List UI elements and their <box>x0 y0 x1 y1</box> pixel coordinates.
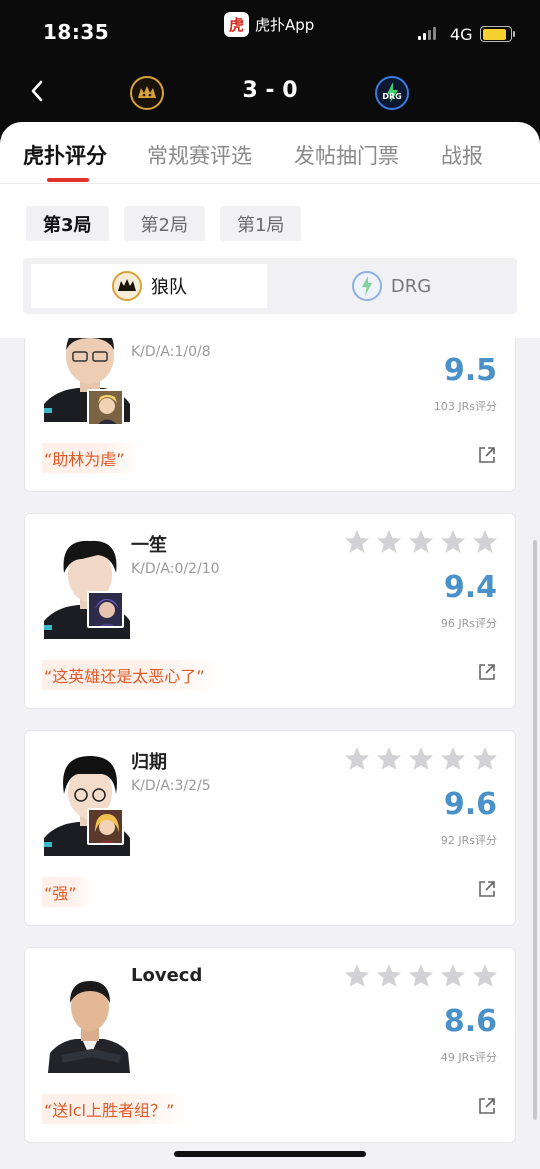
player-name: 归期 <box>131 752 167 773</box>
status-time: 18:35 <box>43 20 110 44</box>
home-indicator[interactable] <box>174 1151 366 1157</box>
wolves-logo-icon <box>112 271 142 301</box>
star-icon[interactable] <box>471 745 499 772</box>
player-rating: 9.6 <box>443 787 497 822</box>
away-team-logo-icon[interactable]: DRG <box>374 75 410 111</box>
home-team-logo-icon[interactable] <box>129 75 165 111</box>
tab-regular-season-vote[interactable]: 常规赛评选 <box>147 140 252 170</box>
away-logo-text: DRG <box>382 92 401 101</box>
tab-post-lottery[interactable]: 发帖抽门票 <box>294 140 399 170</box>
back-icon[interactable] <box>24 76 54 106</box>
status-bar: 18:35 虎 虎扑App 4G <box>0 0 540 62</box>
hero-icon <box>87 808 124 845</box>
star-icon[interactable] <box>471 528 499 555</box>
player-card[interactable]: K/D/A:1/0/8 9.5 103 JRs评分 “助林为虐” <box>24 338 516 492</box>
top-comment-text: “这英雄还是太恶心了” <box>44 667 205 686</box>
player-kda: K/D/A:1/0/8 <box>131 344 211 360</box>
top-comment-text: “送lcl上胜者组？” <box>44 1101 175 1120</box>
share-icon[interactable] <box>477 1096 497 1116</box>
share-icon[interactable] <box>477 662 497 682</box>
hero-icon <box>87 389 124 426</box>
signal-icon <box>418 26 436 40</box>
player-card[interactable]: 归期 K/D/A:3/2/5 9.6 92 JRs评分 “强” <box>24 730 516 926</box>
drg-logo-icon <box>351 271 382 301</box>
player-rating: 9.5 <box>443 353 497 388</box>
game-chip-1[interactable]: 第1局 <box>219 206 302 241</box>
star-icon[interactable] <box>439 528 467 555</box>
star-rating[interactable] <box>343 745 499 772</box>
star-icon[interactable] <box>375 528 403 555</box>
scrollbar[interactable] <box>533 540 537 1120</box>
vote-count: 96 JRs评分 <box>440 617 497 630</box>
vote-count: 103 JRs评分 <box>433 400 497 413</box>
top-comment-text: “强” <box>44 884 77 903</box>
star-icon[interactable] <box>407 745 435 772</box>
hero-icon <box>87 591 124 628</box>
tab-battle-report[interactable]: 战报 <box>441 140 483 170</box>
game-selector: 第3局 第2局 第1局 <box>26 206 302 241</box>
app-logo-icon: 虎 <box>224 12 249 37</box>
player-card[interactable]: 一笙 K/D/A:0/2/10 9.4 96 JRs评分 “这英雄还是太恶心了” <box>24 513 516 709</box>
game-chip-2[interactable]: 第2局 <box>123 206 205 241</box>
app-badge: 虎 虎扑App <box>224 12 314 37</box>
player-name: Lovecd <box>131 965 203 986</box>
star-rating[interactable] <box>343 528 499 555</box>
team-option-label: DRG <box>390 275 432 297</box>
game-chip-3[interactable]: 第3局 <box>26 206 109 241</box>
star-icon[interactable] <box>407 528 435 555</box>
player-rating-list: K/D/A:1/0/8 9.5 103 JRs评分 “助林为虐” 一笙 K/D/… <box>0 338 540 1169</box>
star-icon[interactable] <box>407 962 435 989</box>
star-icon[interactable] <box>375 745 403 772</box>
top-comment[interactable]: “这英雄还是太恶心了” <box>42 660 221 690</box>
player-kda: K/D/A:3/2/5 <box>131 778 211 794</box>
vote-count: 49 JRs评分 <box>440 1051 497 1064</box>
share-icon[interactable] <box>477 445 497 465</box>
star-icon[interactable] <box>343 962 371 989</box>
top-comment[interactable]: “强” <box>42 877 93 907</box>
star-rating[interactable] <box>343 962 499 989</box>
app-name: 虎扑App <box>255 16 315 34</box>
star-icon[interactable] <box>343 528 371 555</box>
player-avatar <box>42 963 140 1073</box>
player-name: 一笙 <box>131 535 167 556</box>
team-option-wolves[interactable]: 狼队 <box>31 264 267 308</box>
top-comment[interactable]: “送lcl上胜者组？” <box>42 1094 191 1124</box>
player-rating: 8.6 <box>443 1004 497 1039</box>
tab-hupu-rating[interactable]: 虎扑评分 <box>23 140 107 170</box>
network-type: 4G <box>450 25 473 44</box>
player-rating: 9.4 <box>443 570 497 605</box>
team-switch: 狼队 DRG <box>23 258 517 314</box>
team-option-label: 狼队 <box>151 277 187 298</box>
tab-indicator <box>47 178 89 182</box>
star-icon[interactable] <box>471 962 499 989</box>
battery-icon <box>480 26 515 42</box>
star-icon[interactable] <box>439 962 467 989</box>
player-card[interactable]: Lovecd 8.6 49 JRs评分 “送lcl上胜者组？” <box>24 947 516 1143</box>
top-comment-text: “助林为虐” <box>44 450 125 469</box>
match-score: 3 - 0 <box>242 78 298 103</box>
star-icon[interactable] <box>343 745 371 772</box>
share-icon[interactable] <box>477 879 497 899</box>
top-comment[interactable]: “助林为虐” <box>42 443 141 473</box>
vote-count: 92 JRs评分 <box>440 834 497 847</box>
star-icon[interactable] <box>375 962 403 989</box>
player-kda: K/D/A:0/2/10 <box>131 561 220 577</box>
tab-bar: 虎扑评分 常规赛评选 发帖抽门票 战报 <box>0 122 540 184</box>
team-option-drg[interactable]: DRG <box>273 264 509 308</box>
star-icon[interactable] <box>439 745 467 772</box>
